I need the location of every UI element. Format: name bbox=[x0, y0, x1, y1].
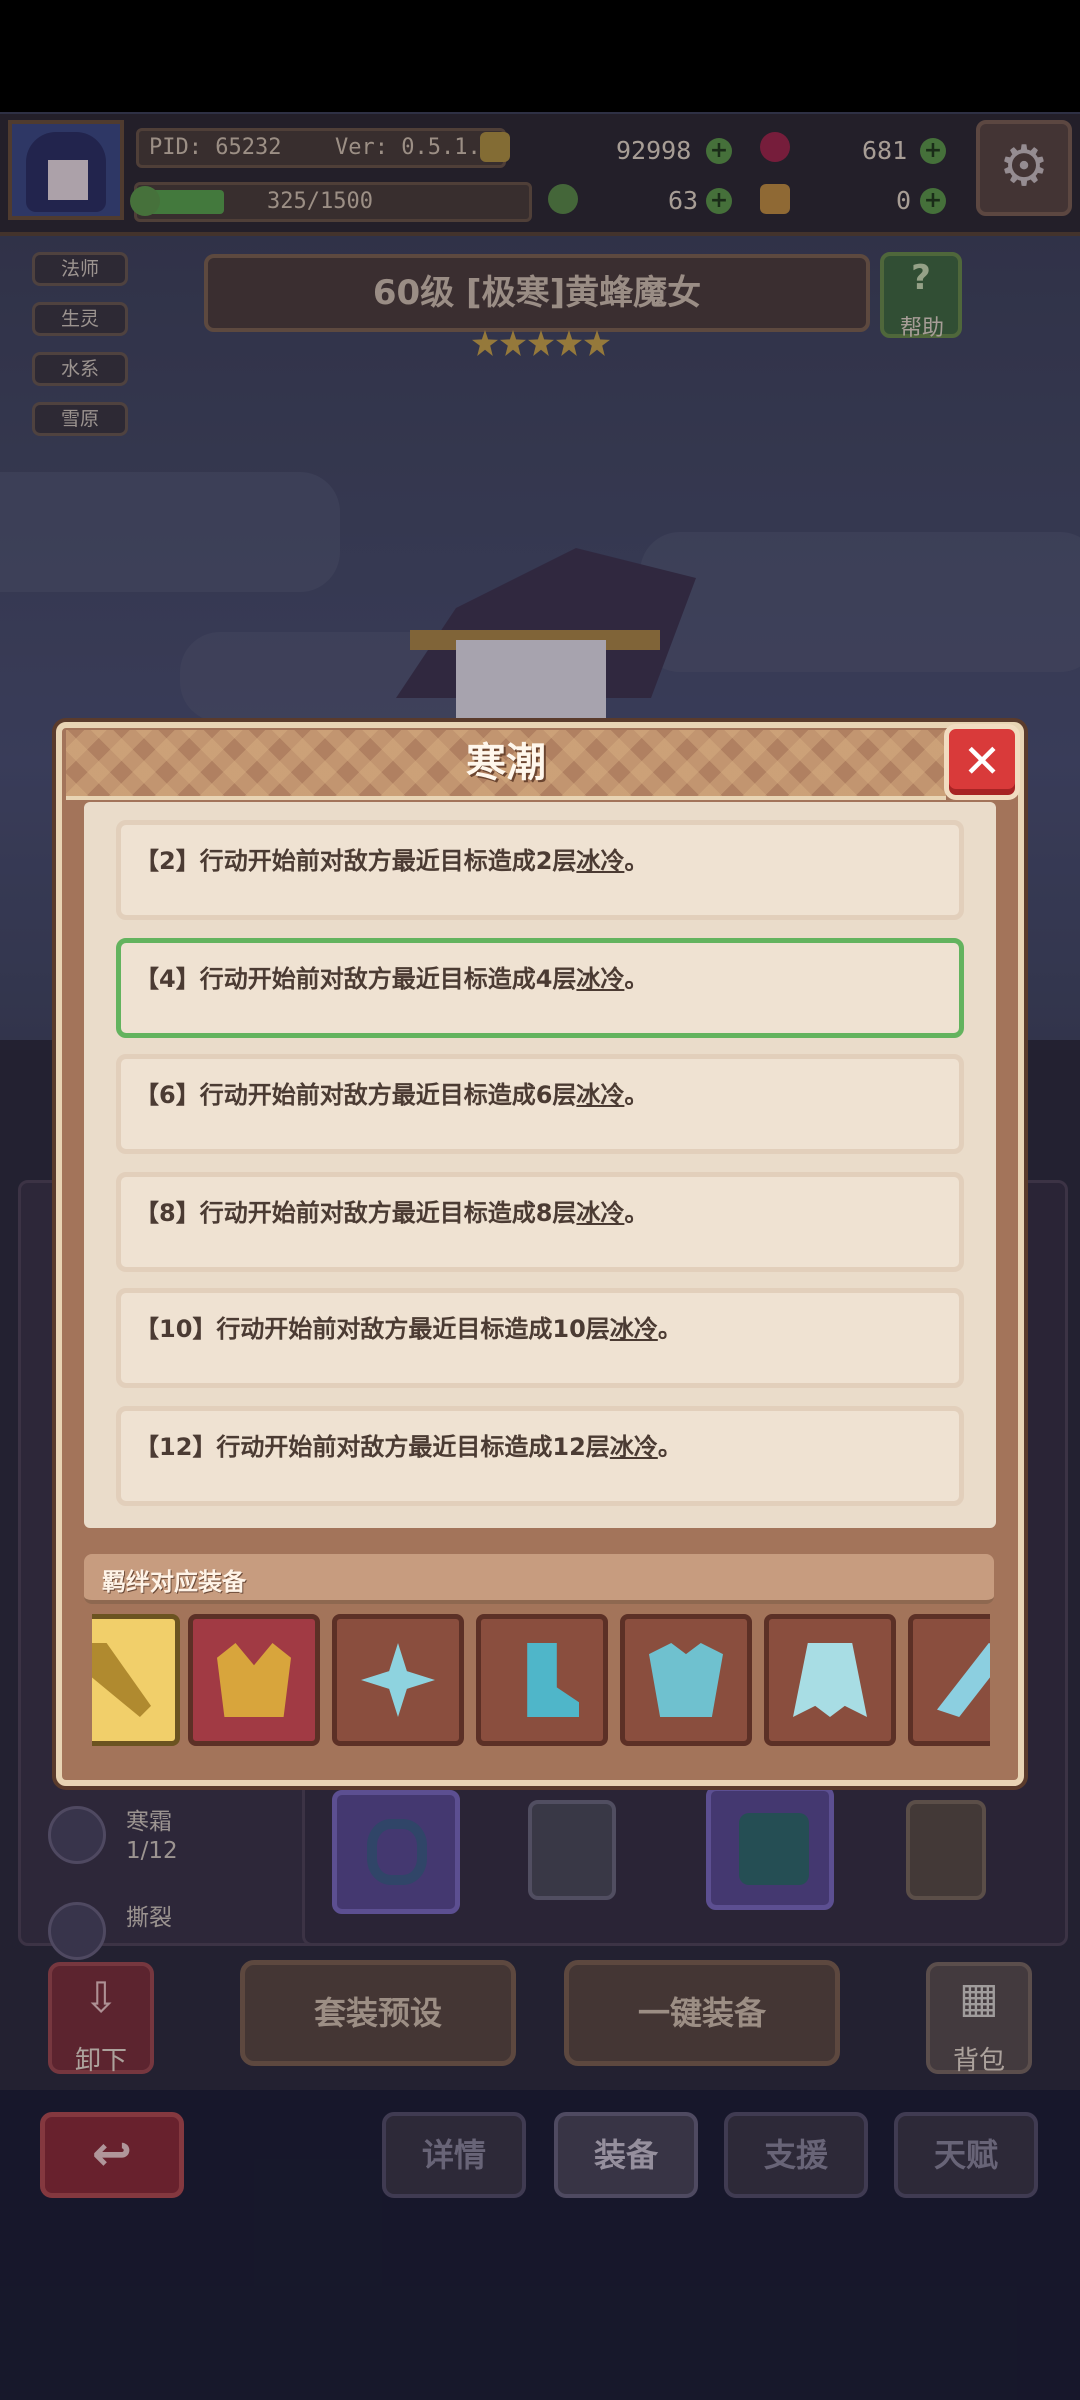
equipment-item[interactable] bbox=[476, 1614, 608, 1746]
effect-text: 【6】行动开始前对敌方最近目标造成6层冰冷。 bbox=[135, 1081, 649, 1109]
bond-equipment-strip[interactable] bbox=[92, 1614, 990, 1748]
effect-row-4: 【4】行动开始前对敌方最近目标造成4层冰冷。 bbox=[116, 938, 964, 1038]
frost-keyword-link[interactable]: 冰冷 bbox=[576, 1199, 624, 1227]
ice-cape-icon bbox=[793, 1643, 867, 1717]
close-icon: ✕ bbox=[962, 734, 1002, 788]
golden-crown-icon bbox=[217, 1643, 291, 1717]
frost-keyword-link[interactable]: 冰冷 bbox=[610, 1315, 658, 1343]
frost-keyword-link[interactable]: 冰冷 bbox=[576, 847, 624, 875]
effect-row-8: 【8】行动开始前对敌方最近目标造成8层冰冷。 bbox=[116, 1172, 964, 1272]
modal-title: 寒潮 bbox=[466, 740, 546, 786]
equipment-item[interactable] bbox=[188, 1614, 320, 1746]
effect-text: 【12】行动开始前对敌方最近目标造成12层冰冷。 bbox=[135, 1433, 682, 1461]
effect-text: 【8】行动开始前对敌方最近目标造成8层冰冷。 bbox=[135, 1199, 649, 1227]
effect-row-10: 【10】行动开始前对敌方最近目标造成10层冰冷。 bbox=[116, 1288, 964, 1388]
ice-feather-icon bbox=[937, 1643, 990, 1717]
close-button[interactable]: ✕ bbox=[944, 724, 1020, 800]
frost-keyword-link[interactable]: 冰冷 bbox=[576, 1081, 624, 1109]
equipment-item[interactable] bbox=[764, 1614, 896, 1746]
effect-text: 【4】行动开始前对敌方最近目标造成4层冰冷。 bbox=[135, 965, 649, 993]
equipment-item[interactable] bbox=[92, 1614, 180, 1746]
ice-crystal-icon bbox=[361, 1643, 435, 1717]
effect-row-6: 【6】行动开始前对敌方最近目标造成6层冰冷。 bbox=[116, 1054, 964, 1154]
effect-row-12: 【12】行动开始前对敌方最近目标造成12层冰冷。 bbox=[116, 1406, 964, 1506]
equipment-item[interactable] bbox=[332, 1614, 464, 1746]
golden-staff-icon bbox=[92, 1643, 151, 1717]
effect-row-2: 【2】行动开始前对敌方最近目标造成2层冰冷。 bbox=[116, 820, 964, 920]
effect-list[interactable]: 【2】行动开始前对敌方最近目标造成2层冰冷。 【4】行动开始前对敌方最近目标造成… bbox=[84, 802, 996, 1528]
frost-keyword-link[interactable]: 冰冷 bbox=[610, 1433, 658, 1461]
equipment-item[interactable] bbox=[908, 1614, 990, 1746]
effect-text: 【10】行动开始前对敌方最近目标造成10层冰冷。 bbox=[135, 1315, 682, 1343]
ice-armor-icon bbox=[649, 1643, 723, 1717]
ice-boots-icon bbox=[527, 1643, 579, 1717]
frost-keyword-link[interactable]: 冰冷 bbox=[576, 965, 624, 993]
status-strip bbox=[0, 0, 1080, 112]
effect-text: 【2】行动开始前对敌方最近目标造成2层冰冷。 bbox=[135, 847, 649, 875]
equipment-item[interactable] bbox=[620, 1614, 752, 1746]
bond-equipment-label: 羁绊对应装备 bbox=[102, 1568, 246, 1596]
